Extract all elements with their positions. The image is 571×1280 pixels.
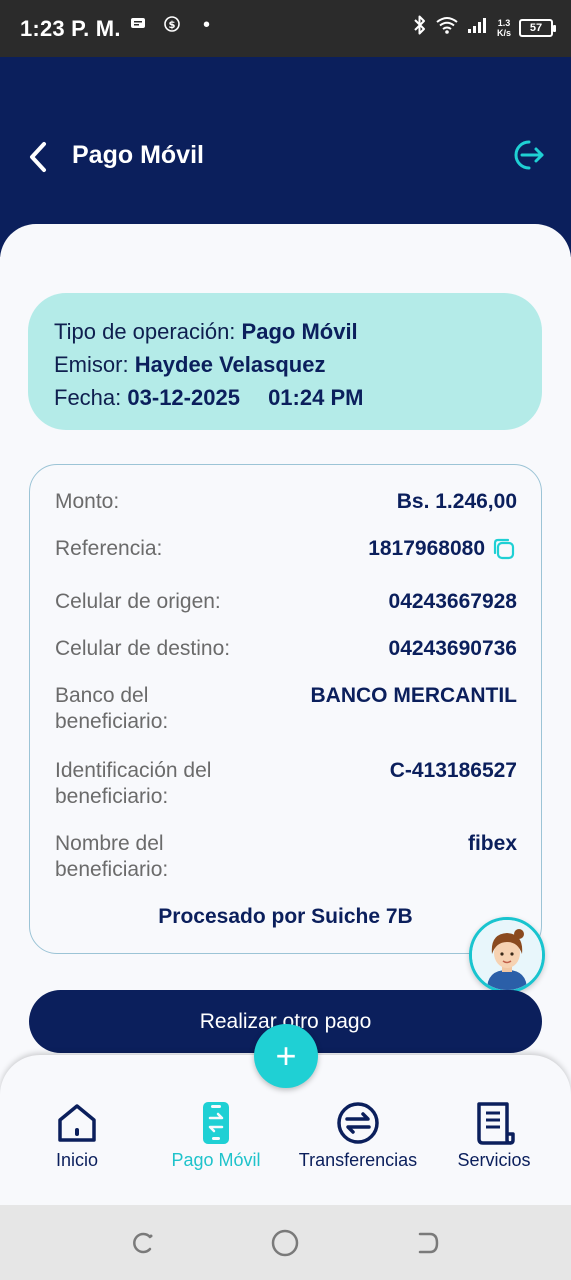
identification-label: Identificación del beneficiario:	[55, 759, 212, 808]
nav-label-transferencias: Transferencias	[298, 1150, 418, 1170]
origin-phone-value: 04243667928	[388, 590, 517, 613]
nav-item-servicios[interactable]: Servicios	[450, 1100, 538, 1171]
sender-value: Haydee Velasquez	[134, 352, 326, 377]
beneficiary-name-value: fibex	[467, 832, 517, 855]
detail-row-amount: Monto: Bs. 1.246,00	[55, 489, 517, 515]
nav-item-pago-movil[interactable]: Pago Móvil	[160, 1100, 272, 1171]
sender-line: Emisor: Haydee Velasquez	[54, 348, 516, 381]
detail-row-origin-phone: Celular de origen: 04243667928	[55, 589, 517, 615]
detail-row-identification: Identificación del beneficiario: C-41318…	[55, 758, 517, 810]
system-back-button[interactable]	[412, 1228, 442, 1258]
nav-item-inicio[interactable]: Inicio	[46, 1100, 108, 1171]
page-title: Pago Móvil	[72, 141, 204, 169]
processed-by-text: Procesado por Suiche 7B	[158, 905, 413, 928]
bluetooth-icon	[413, 14, 427, 41]
identification-value: C-413186527	[389, 759, 517, 782]
sender-label: Emisor:	[54, 352, 129, 377]
detail-row-beneficiary-name: Nombre del beneficiario: fibex	[55, 831, 517, 883]
operation-type-line: Tipo de operación: Pago Móvil	[54, 315, 516, 348]
bank-value: BANCO MERCANTIL	[310, 684, 517, 707]
status-bar: 1:23 P. M. $ • 1.3 K/s 57	[0, 0, 571, 57]
circle-home-icon	[271, 1229, 299, 1257]
status-time: 1:23 P. M.	[20, 16, 121, 41]
currency-notification-icon: $	[164, 16, 180, 37]
chevron-left-icon	[30, 142, 46, 172]
copy-icon[interactable]	[491, 536, 517, 562]
time-value: 01:24 PM	[268, 385, 364, 410]
amount-label: Monto:	[55, 490, 120, 513]
mobile-payment-icon	[193, 1100, 239, 1146]
back-button[interactable]	[24, 139, 54, 175]
system-navigation-bar	[0, 1205, 571, 1280]
nav-item-transferencias[interactable]: Transferencias	[290, 1100, 426, 1171]
bank-label: Banco del beneficiario:	[55, 684, 169, 733]
detail-row-bank: Banco del beneficiario: BANCO MERCANTIL	[55, 683, 517, 735]
network-speed: 1.3 K/s	[497, 18, 511, 38]
wifi-icon	[435, 15, 459, 40]
battery-level: 57	[529, 21, 543, 34]
reference-label: Referencia:	[55, 537, 163, 560]
logout-button[interactable]	[509, 137, 545, 173]
nav-label-pago-movil: Pago Móvil	[171, 1150, 261, 1170]
detail-row-reference: Referencia: 1817968080	[55, 536, 517, 562]
notification-dot-icon: •	[203, 14, 211, 36]
assistant-avatar-icon	[472, 920, 542, 990]
operation-type-value: Pago Móvil	[241, 319, 358, 344]
amount-value: Bs. 1.246,00	[396, 490, 517, 513]
nav-label-servicios: Servicios	[457, 1150, 531, 1170]
destination-phone-value: 04243690736	[388, 637, 517, 660]
beneficiary-name-label: Nombre del beneficiario:	[55, 832, 169, 881]
add-fab-button[interactable]: +	[254, 1024, 318, 1088]
date-value: 03-12-2025	[127, 385, 240, 410]
detail-row-destination-phone: Celular de destino: 04243690736	[55, 636, 517, 662]
assistant-avatar-button[interactable]	[469, 917, 545, 993]
back-gesture-icon	[418, 1232, 439, 1254]
operation-type-label: Tipo de operación:	[54, 319, 236, 344]
operation-summary: Tipo de operación: Pago Móvil Emisor: Ha…	[28, 293, 542, 430]
origin-phone-label: Celular de origen:	[55, 590, 221, 613]
transfer-icon	[335, 1100, 381, 1146]
home-system-button[interactable]	[270, 1228, 300, 1258]
network-speed-value: 1.3	[497, 17, 511, 28]
reference-value: 1817968080	[368, 537, 485, 560]
message-notification-icon	[130, 16, 146, 37]
battery-icon: 57	[519, 18, 556, 37]
signal-icon	[467, 16, 489, 39]
network-speed-unit: K/s	[496, 27, 511, 38]
recent-apps-button[interactable]	[128, 1228, 158, 1258]
date-label: Fecha:	[54, 385, 122, 410]
svg-text:$: $	[169, 20, 176, 31]
reference-value-wrap: 1817968080	[368, 536, 517, 562]
recent-apps-icon	[133, 1232, 153, 1254]
services-icon	[471, 1100, 517, 1146]
nav-label-inicio: Inicio	[55, 1150, 99, 1170]
date-line: Fecha: 03-12-2025 01:24 PM	[54, 381, 516, 414]
payment-details-card: Monto: Bs. 1.246,00 Referencia: 18179680…	[29, 464, 542, 954]
logout-icon	[514, 140, 544, 170]
home-icon	[54, 1100, 100, 1146]
destination-phone-label: Celular de destino:	[55, 637, 231, 660]
